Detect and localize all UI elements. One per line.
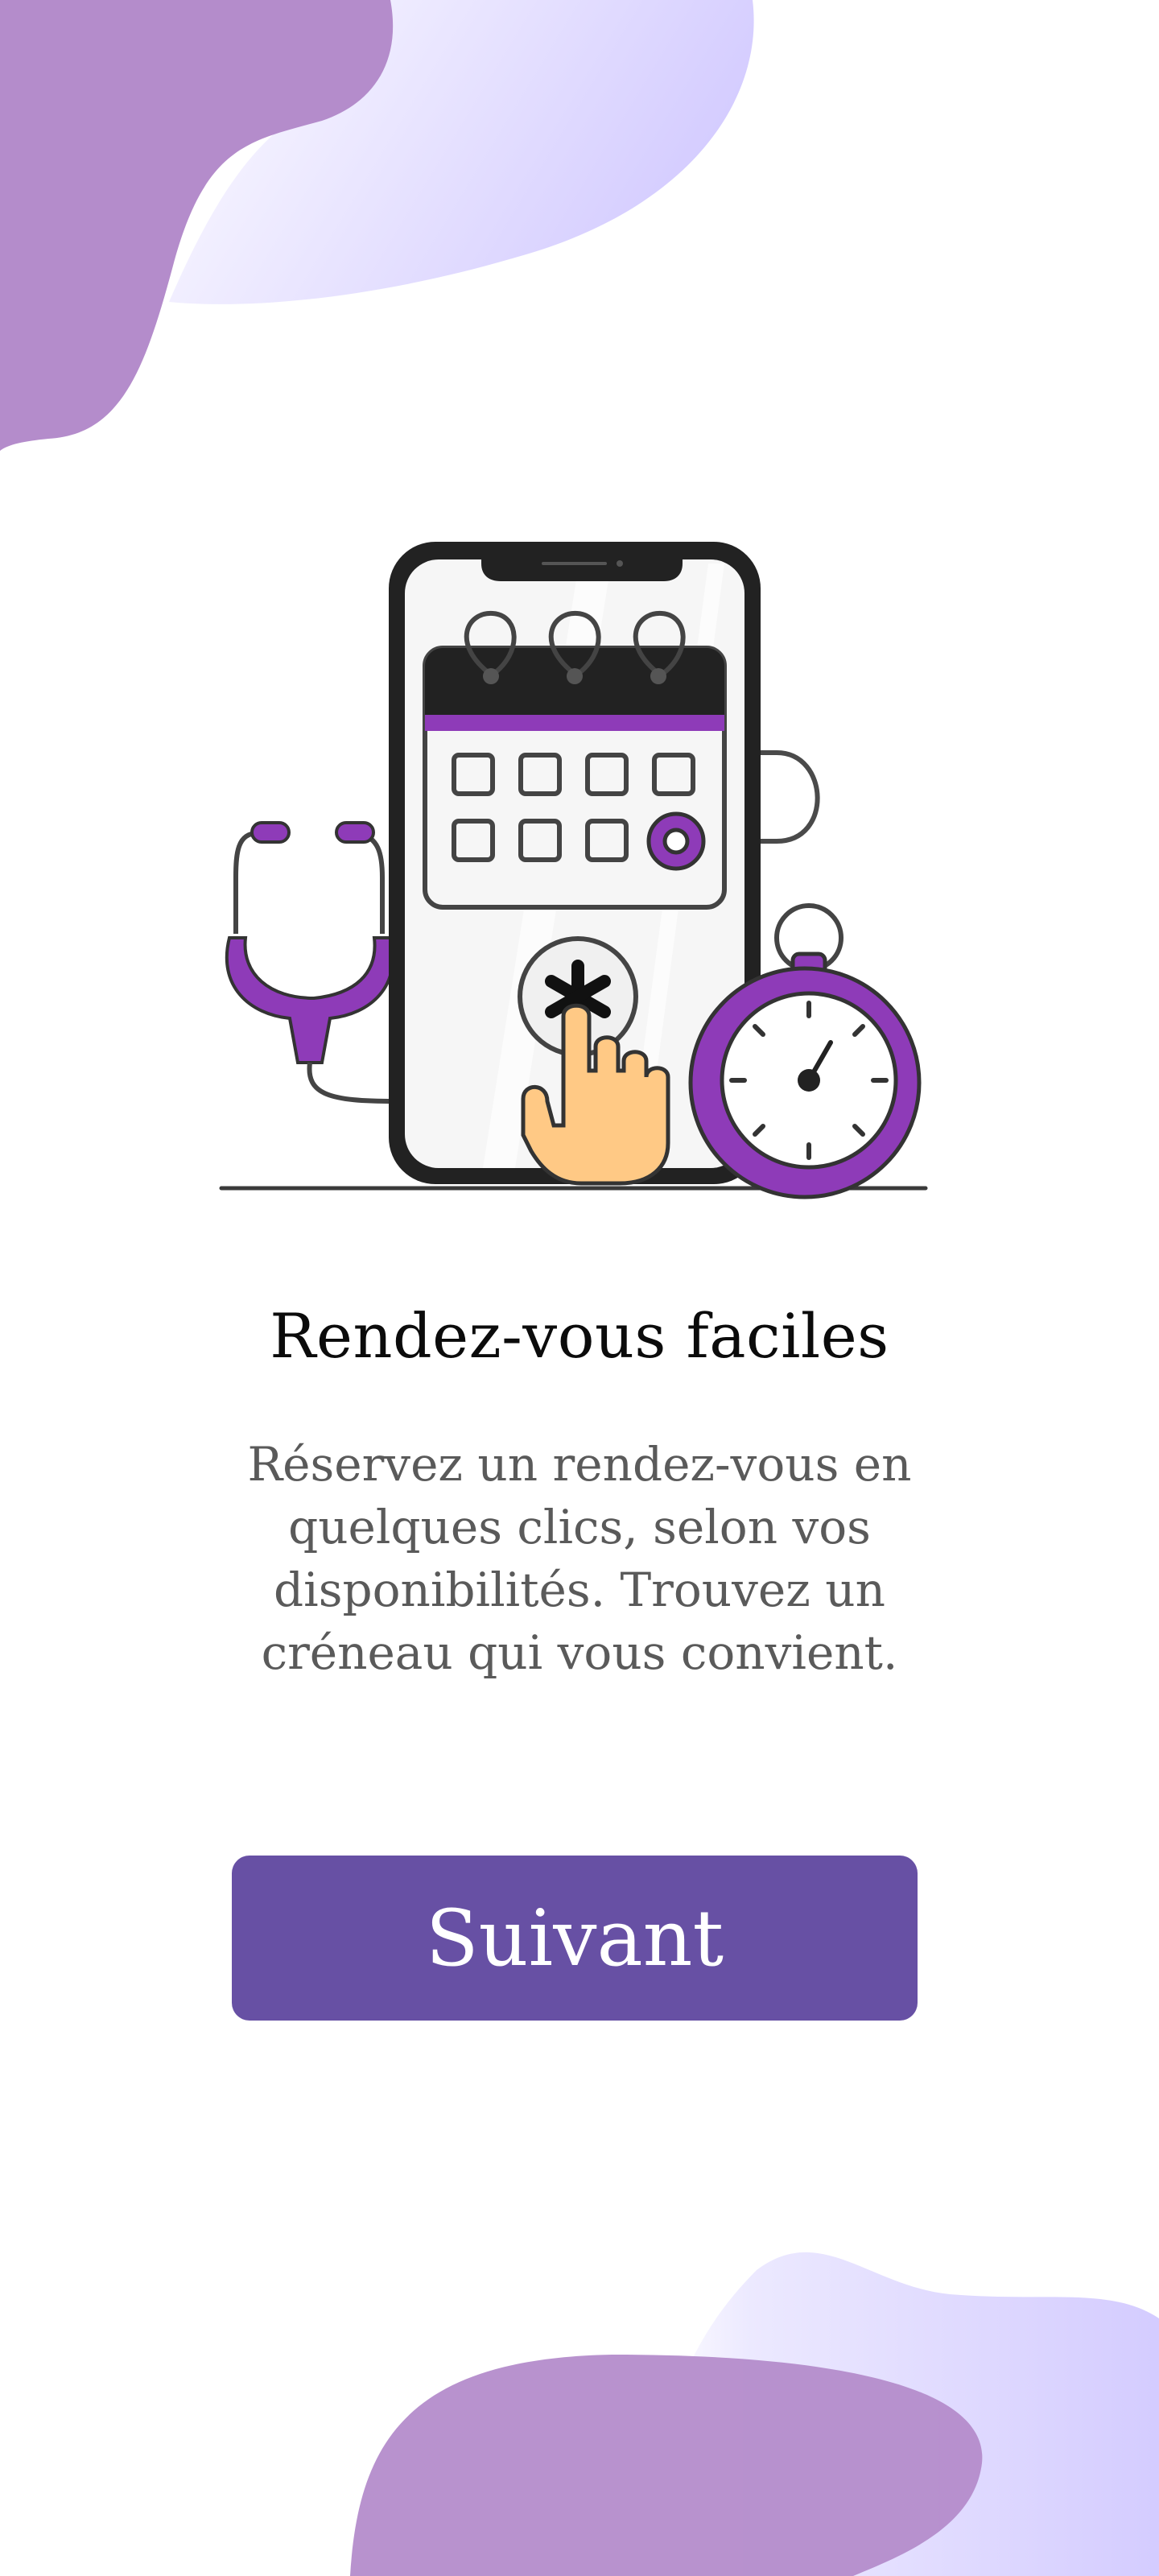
bottom-decorative-blob [350, 2252, 1159, 2576]
top-decorative-blob [0, 0, 754, 451]
calendar-icon [423, 610, 727, 910]
next-button[interactable]: Suivant [232, 1856, 918, 2021]
appointment-illustration [219, 542, 928, 1199]
stethoscope-icon [225, 821, 395, 1104]
onboarding-title: Rendez-vous faciles [270, 1300, 889, 1372]
onboarding-description: Réservez un rendez-vous en quelques clic… [247, 1437, 912, 1680]
